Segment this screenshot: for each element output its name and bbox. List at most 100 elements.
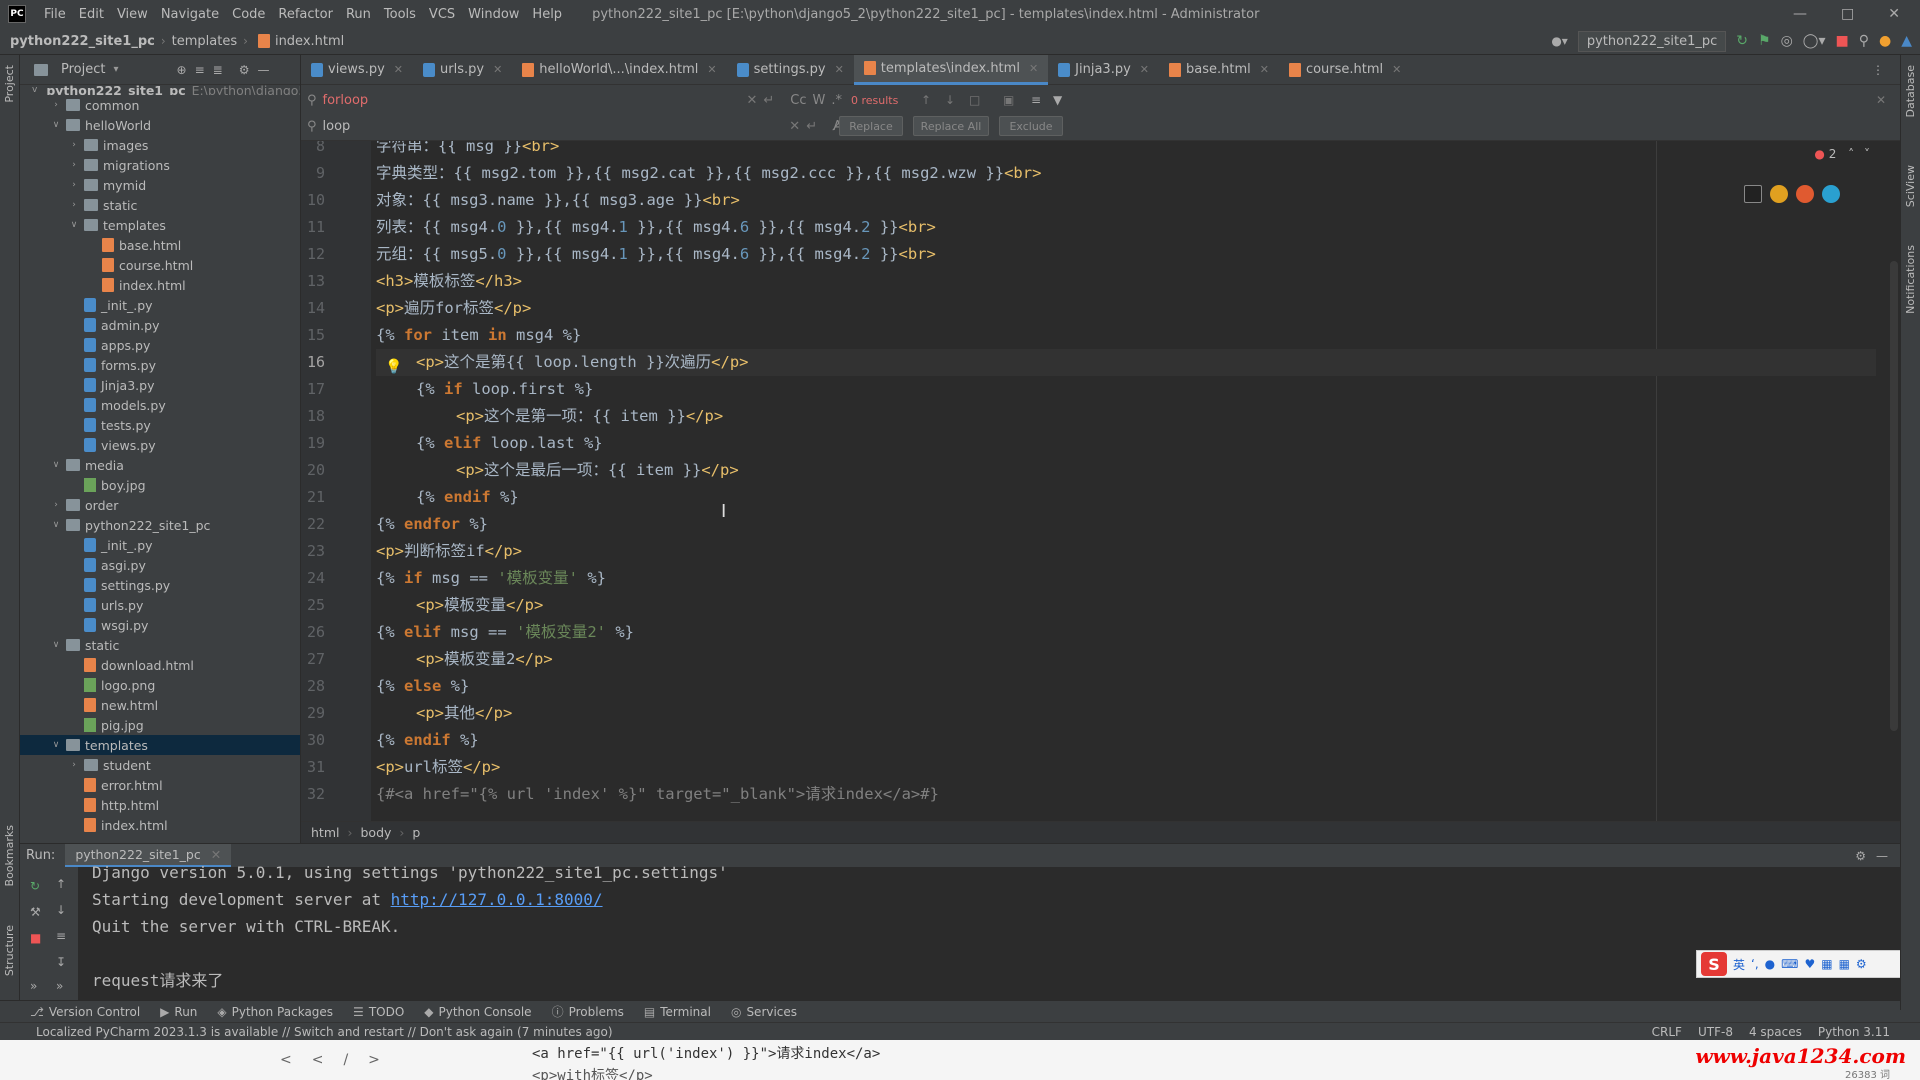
breadcrumb-project[interactable]: python222_site1_pc bbox=[10, 34, 155, 49]
replace-button[interactable]: Replace bbox=[839, 116, 903, 136]
server-url-link[interactable]: http://127.0.0.1:8000/ bbox=[391, 890, 603, 909]
tree-item[interactable]: _init_.py bbox=[20, 295, 300, 315]
chevron-down-icon[interactable]: ∨ bbox=[50, 740, 62, 750]
encoding-widget[interactable]: UTF-8 bbox=[1698, 1025, 1733, 1039]
lightbulb-icon[interactable]: 💡 bbox=[385, 359, 402, 375]
new-line-icon[interactable]: ↵ bbox=[806, 119, 817, 134]
tree-item[interactable]: http.html bbox=[20, 795, 300, 815]
chevron-up-icon[interactable]: ˄ bbox=[1848, 147, 1854, 161]
tree-item[interactable]: admin.py bbox=[20, 315, 300, 335]
close-icon[interactable]: ✕ bbox=[1888, 6, 1900, 22]
scroll-up-icon[interactable]: ↑ bbox=[56, 877, 66, 891]
close-tab-icon[interactable]: ✕ bbox=[1140, 63, 1149, 76]
menu-vcs[interactable]: VCS bbox=[429, 7, 455, 22]
punctuation-icon[interactable]: ‘, bbox=[1751, 957, 1759, 971]
tool-window-run[interactable]: ▶ Run bbox=[160, 1005, 197, 1019]
stop-icon[interactable]: ■ bbox=[1836, 33, 1849, 49]
editor-tab[interactable]: base.html ✕ bbox=[1159, 55, 1279, 85]
tree-item[interactable]: boy.jpg bbox=[20, 475, 300, 495]
whole-words-toggle[interactable]: W bbox=[813, 93, 826, 108]
console-output[interactable]: Django version 5.0.1, using settings 'py… bbox=[92, 859, 1900, 1010]
maximize-icon[interactable]: □ bbox=[1841, 6, 1854, 22]
more-tabs-icon[interactable]: ⋮ bbox=[1872, 63, 1884, 77]
tree-item[interactable]: apps.py bbox=[20, 335, 300, 355]
chevron-right-icon[interactable]: › bbox=[50, 100, 62, 110]
new-line-icon[interactable]: ↵ bbox=[763, 93, 774, 108]
exclude-button[interactable]: Exclude bbox=[999, 116, 1063, 136]
chevron-down-icon[interactable]: v bbox=[32, 85, 37, 95]
chevron-right-icon[interactable]: › bbox=[68, 180, 80, 190]
next-occurrence-icon[interactable]: ↓ bbox=[945, 93, 955, 107]
tree-item[interactable]: ∨ helloWorld bbox=[20, 115, 300, 135]
database-tool-button[interactable]: Database bbox=[1904, 65, 1917, 118]
tree-item[interactable]: › common bbox=[20, 95, 300, 115]
tool-window-python-console[interactable]: ◆ Python Console bbox=[424, 1005, 531, 1019]
scroll-to-end-icon[interactable]: ↧ bbox=[56, 955, 66, 969]
tree-item[interactable]: Jinja3.py bbox=[20, 375, 300, 395]
filter-options-icon[interactable]: ≡ bbox=[1031, 93, 1041, 107]
notifications-tool-button[interactable]: Notifications bbox=[1904, 245, 1917, 314]
grid-icon[interactable]: ▦ bbox=[1839, 957, 1850, 971]
tree-item[interactable]: › images bbox=[20, 135, 300, 155]
code-line[interactable]: {% elif loop.last %} bbox=[376, 430, 603, 457]
tool-window-problems[interactable]: ⓘ Problems bbox=[552, 1003, 624, 1020]
stop-icon[interactable]: ■ bbox=[30, 931, 41, 945]
code-line[interactable]: <p>遍历for标签</p> bbox=[376, 295, 531, 322]
code-line[interactable]: 字典类型：{{ msg2.tom }},{{ msg2.cat }},{{ ms… bbox=[376, 160, 1041, 187]
keyboard-icon[interactable]: ⌨ bbox=[1781, 957, 1798, 971]
tree-item[interactable]: ∨ static bbox=[20, 635, 300, 655]
tree-item[interactable]: _init_.py bbox=[20, 535, 300, 555]
editor-tab[interactable]: helloWorld\...\index.html ✕ bbox=[512, 55, 726, 85]
code-line[interactable]: {#<a href="{% url 'index' %}" target="_b… bbox=[376, 781, 939, 808]
editor-scrollbar[interactable] bbox=[1890, 261, 1898, 731]
code-line[interactable]: {% endif %} bbox=[376, 484, 519, 511]
ime-language[interactable]: 英 bbox=[1733, 956, 1745, 973]
menu-refactor[interactable]: Refactor bbox=[278, 7, 333, 22]
firefox-icon[interactable] bbox=[1796, 185, 1814, 203]
editor-tab[interactable]: settings.py ✕ bbox=[727, 55, 854, 85]
editor-tab[interactable]: urls.py ✕ bbox=[413, 55, 512, 85]
tree-item[interactable]: ∨ templates bbox=[20, 215, 300, 235]
code-area[interactable]: 字符串：{{ msg }}<br> 字典类型：{{ msg2.tom }},{{ … bbox=[376, 141, 1900, 821]
code-line[interactable]: <p>其他</p> bbox=[376, 700, 512, 727]
code-line[interactable]: 对象：{{ msg3.name }},{{ msg3.age }}<br> bbox=[376, 187, 740, 214]
tree-item[interactable]: › migrations bbox=[20, 155, 300, 175]
code-line[interactable]: {% else %} bbox=[376, 673, 469, 700]
gear-icon[interactable]: ⚙ bbox=[239, 63, 250, 77]
chevron-down-icon[interactable]: ∨ bbox=[50, 120, 62, 130]
tree-item[interactable]: download.html bbox=[20, 655, 300, 675]
chevron-down-icon[interactable]: ∨ bbox=[50, 460, 62, 470]
tree-item[interactable]: index.html bbox=[20, 275, 300, 295]
code-line[interactable]: <p>模板变量2</p> bbox=[376, 646, 553, 673]
breadcrumb-p[interactable]: p bbox=[412, 825, 420, 840]
tree-item[interactable]: urls.py bbox=[20, 595, 300, 615]
editor-tab[interactable]: Jinja3.py ✕ bbox=[1048, 55, 1159, 85]
tree-item[interactable]: ∨ templates bbox=[20, 735, 300, 755]
edge-icon[interactable] bbox=[1822, 185, 1840, 203]
code-line[interactable]: <p>这个是第一项：{{ item }}</p> bbox=[376, 403, 723, 430]
tree-item[interactable]: › mymid bbox=[20, 175, 300, 195]
indent-widget[interactable]: 4 spaces bbox=[1749, 1025, 1802, 1039]
chevron-down-icon[interactable]: ▾ bbox=[113, 64, 118, 75]
search-everywhere-icon[interactable]: ⚲ bbox=[1859, 33, 1869, 49]
editor-tab[interactable]: views.py ✕ bbox=[301, 55, 413, 85]
collapse-all-icon[interactable]: ≣ bbox=[213, 63, 223, 77]
add-selection-icon[interactable]: ▣ bbox=[1003, 93, 1014, 107]
breadcrumb-folder[interactable]: templates bbox=[172, 34, 237, 49]
breadcrumb-html[interactable]: html bbox=[311, 825, 339, 840]
close-tab-icon[interactable]: ✕ bbox=[1029, 62, 1038, 75]
more-icon[interactable]: » bbox=[30, 979, 37, 993]
sciview-tool-button[interactable]: SciView bbox=[1904, 165, 1917, 207]
close-tab-icon[interactable]: ✕ bbox=[1260, 63, 1269, 76]
tree-item[interactable]: wsgi.py bbox=[20, 615, 300, 635]
search-input[interactable]: ⚲ forloop ✕ ↵ Cc W .* bbox=[307, 89, 842, 111]
wrench-icon[interactable]: ⚒ bbox=[30, 905, 41, 919]
tree-item[interactable]: settings.py bbox=[20, 575, 300, 595]
chevron-left-icon[interactable]: < bbox=[280, 1052, 312, 1068]
code-line[interactable]: {% for item in msg4 %} bbox=[376, 322, 581, 349]
profile-icon[interactable]: ◯▾ bbox=[1803, 33, 1826, 49]
tree-item[interactable]: course.html bbox=[20, 255, 300, 275]
tool-window-python-packages[interactable]: ◈ Python Packages bbox=[217, 1005, 333, 1019]
close-tab-icon[interactable]: ✕ bbox=[1392, 63, 1401, 76]
pycharm-browser-icon[interactable] bbox=[1744, 185, 1762, 203]
